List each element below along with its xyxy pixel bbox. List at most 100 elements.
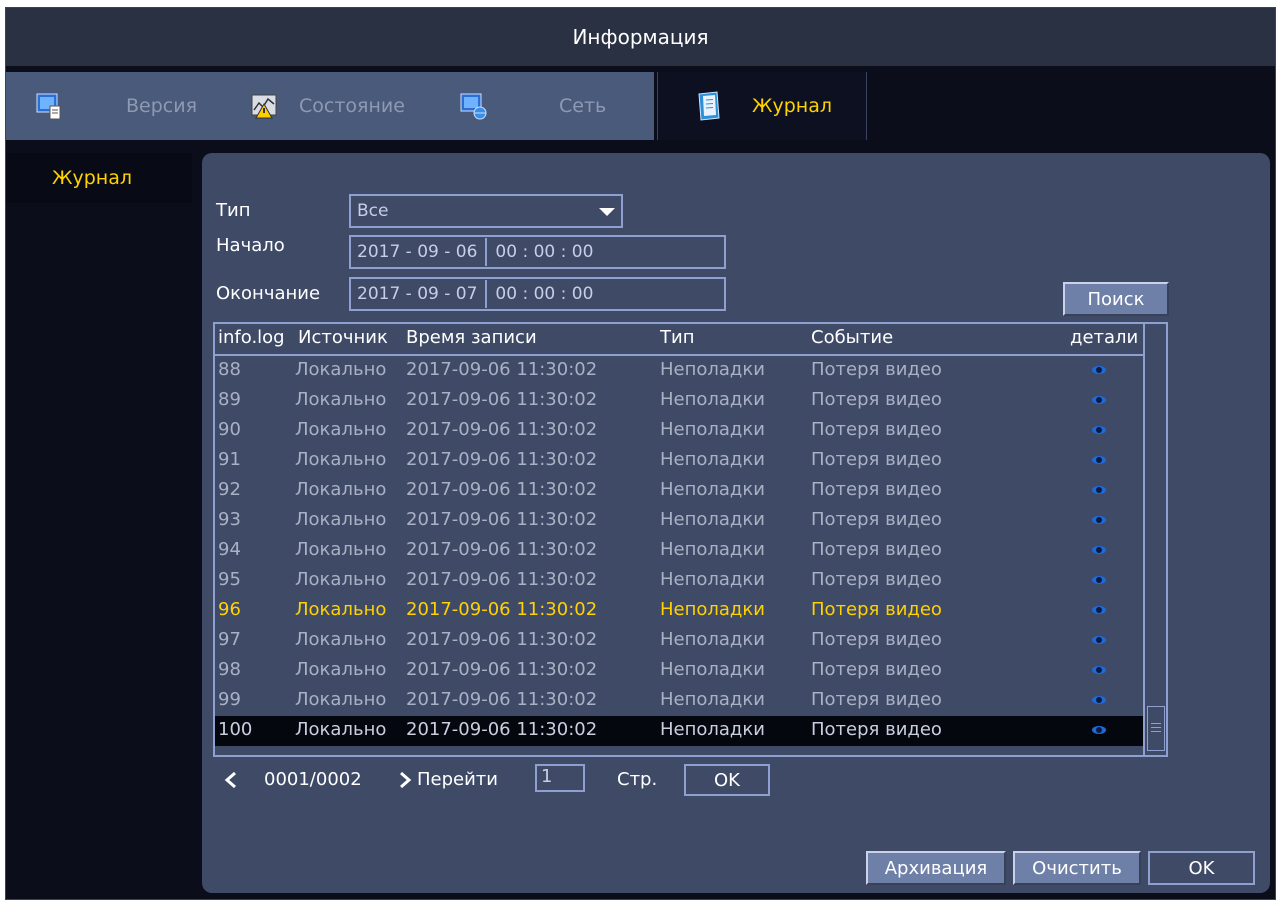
- goto-ok-button[interactable]: OK: [684, 764, 770, 796]
- eye-icon[interactable]: [1092, 606, 1106, 614]
- col-header-id: info.log: [218, 327, 285, 348]
- cell-type: Неполадки: [660, 629, 765, 650]
- start-date[interactable]: 2017 - 09 - 06: [357, 242, 477, 262]
- cell-event: Потеря видео: [811, 629, 942, 650]
- eye-icon[interactable]: [1092, 366, 1106, 374]
- ok-button[interactable]: OK: [1148, 851, 1255, 885]
- eye-icon[interactable]: [1092, 396, 1106, 404]
- eye-icon[interactable]: [1092, 486, 1106, 494]
- tab-status[interactable]: Состояние: [219, 72, 443, 140]
- field-divider: [485, 280, 488, 308]
- start-datetime-field[interactable]: 2017 - 09 - 06 00 : 00 : 00: [349, 235, 726, 269]
- cell-event: Потеря видео: [811, 569, 942, 590]
- chevron-right-icon[interactable]: [398, 771, 412, 789]
- cell-source: Локально: [295, 479, 387, 500]
- eye-icon[interactable]: [1092, 546, 1106, 554]
- table-row[interactable]: 89 Локально 2017-09-06 11:30:02 Неполадк…: [215, 386, 1145, 416]
- cell-id: 89: [218, 389, 241, 410]
- tab-log[interactable]: Журнал: [657, 72, 867, 140]
- end-label: Окончание: [216, 283, 321, 304]
- log-book-icon: [694, 91, 724, 121]
- table-header: info.log Источник Время записи Тип Событ…: [215, 324, 1145, 354]
- cell-type: Неполадки: [660, 539, 765, 560]
- goto-page-input[interactable]: 1: [535, 764, 585, 792]
- table-row[interactable]: 88 Локально 2017-09-06 11:30:02 Неполадк…: [215, 356, 1145, 386]
- search-button[interactable]: Поиск: [1063, 282, 1169, 316]
- cell-id: 98: [218, 659, 241, 680]
- end-time[interactable]: 00 : 00 : 00: [495, 284, 593, 304]
- cell-type: Неполадки: [660, 479, 765, 500]
- cell-source: Локально: [295, 419, 387, 440]
- tab-version[interactable]: Версия: [6, 72, 219, 140]
- eye-icon[interactable]: [1092, 426, 1106, 434]
- cell-time: 2017-09-06 11:30:02: [406, 719, 598, 740]
- cell-type: Неполадки: [660, 659, 765, 680]
- cell-type: Неполадки: [660, 419, 765, 440]
- cell-source: Локально: [295, 389, 387, 410]
- tab-status-label: Состояние: [299, 95, 405, 117]
- cell-time: 2017-09-06 11:30:02: [406, 389, 598, 410]
- cell-time: 2017-09-06 11:30:02: [406, 689, 598, 710]
- table-row[interactable]: 90 Локально 2017-09-06 11:30:02 Неполадк…: [215, 416, 1145, 446]
- eye-icon[interactable]: [1092, 576, 1106, 584]
- start-time[interactable]: 00 : 00 : 00: [495, 242, 593, 262]
- table-row[interactable]: 93 Локально 2017-09-06 11:30:02 Неполадк…: [215, 506, 1145, 536]
- cell-id: 94: [218, 539, 241, 560]
- end-date[interactable]: 2017 - 09 - 07: [357, 284, 477, 304]
- clear-button[interactable]: Очистить: [1013, 851, 1141, 885]
- cell-event: Потеря видео: [811, 359, 942, 380]
- table-row[interactable]: 99 Локально 2017-09-06 11:30:02 Неполадк…: [215, 686, 1145, 716]
- eye-icon[interactable]: [1092, 516, 1106, 524]
- cell-time: 2017-09-06 11:30:02: [406, 629, 598, 650]
- cell-time: 2017-09-06 11:30:02: [406, 479, 598, 500]
- eye-icon[interactable]: [1092, 456, 1106, 464]
- cell-source: Локально: [295, 689, 387, 710]
- eye-icon[interactable]: [1092, 666, 1106, 674]
- cell-type: Неполадки: [660, 389, 765, 410]
- cell-source: Локально: [295, 629, 387, 650]
- table-row-selected[interactable]: 100 Локально 2017-09-06 11:30:02 Неполад…: [215, 716, 1145, 746]
- col-header-source: Источник: [298, 327, 388, 348]
- scrollbar-track[interactable]: [1143, 324, 1145, 755]
- cell-event: Потеря видео: [811, 659, 942, 680]
- table-row[interactable]: 95 Локально 2017-09-06 11:30:02 Неполадк…: [215, 566, 1145, 596]
- type-label: Тип: [216, 200, 251, 221]
- cell-time: 2017-09-06 11:30:02: [406, 569, 598, 590]
- cell-time: 2017-09-06 11:30:02: [406, 509, 598, 530]
- cell-type: Неполадки: [660, 599, 765, 620]
- cell-time: 2017-09-06 11:30:02: [406, 539, 598, 560]
- scrollbar-thumb[interactable]: [1147, 706, 1165, 751]
- eye-icon[interactable]: [1092, 726, 1106, 734]
- tab-log-label: Журнал: [752, 95, 832, 117]
- table-row[interactable]: 91 Локально 2017-09-06 11:30:02 Неполадк…: [215, 446, 1145, 476]
- page-info: 0001/0002: [264, 769, 362, 790]
- cell-event: Потеря видео: [811, 449, 942, 470]
- eye-icon[interactable]: [1092, 636, 1106, 644]
- chevron-down-icon: [599, 208, 615, 216]
- cell-event: Потеря видео: [811, 389, 942, 410]
- table-row[interactable]: 92 Локально 2017-09-06 11:30:02 Неполадк…: [215, 476, 1145, 506]
- table-row-highlighted[interactable]: 96 Локально 2017-09-06 11:30:02 Неполадк…: [215, 596, 1145, 626]
- backup-button[interactable]: Архивация: [866, 851, 1006, 885]
- table-row[interactable]: 98 Локально 2017-09-06 11:30:02 Неполадк…: [215, 656, 1145, 686]
- table-row[interactable]: 97 Локально 2017-09-06 11:30:02 Неполадк…: [215, 626, 1145, 656]
- tab-network[interactable]: Сеть: [443, 72, 654, 140]
- table-row[interactable]: 94 Локально 2017-09-06 11:30:02 Неполадк…: [215, 536, 1145, 566]
- chevron-left-icon[interactable]: [224, 771, 238, 789]
- cell-id: 100: [218, 719, 253, 740]
- cell-time: 2017-09-06 11:30:02: [406, 449, 598, 470]
- cell-source: Локально: [295, 539, 387, 560]
- cell-type: Неполадки: [660, 719, 765, 740]
- warning-graph-icon: [249, 91, 279, 121]
- type-select-value: Все: [357, 201, 389, 221]
- eye-icon[interactable]: [1092, 696, 1106, 704]
- cell-type: Неполадки: [660, 569, 765, 590]
- cell-source: Локально: [295, 659, 387, 680]
- cell-type: Неполадки: [660, 449, 765, 470]
- cell-event: Потеря видео: [811, 599, 942, 620]
- type-select[interactable]: Все: [349, 194, 623, 228]
- sidebar-item-log[interactable]: Журнал: [6, 153, 192, 203]
- col-header-event: Событие: [811, 327, 894, 348]
- tab-network-label: Сеть: [559, 95, 607, 117]
- end-datetime-field[interactable]: 2017 - 09 - 07 00 : 00 : 00: [349, 277, 726, 311]
